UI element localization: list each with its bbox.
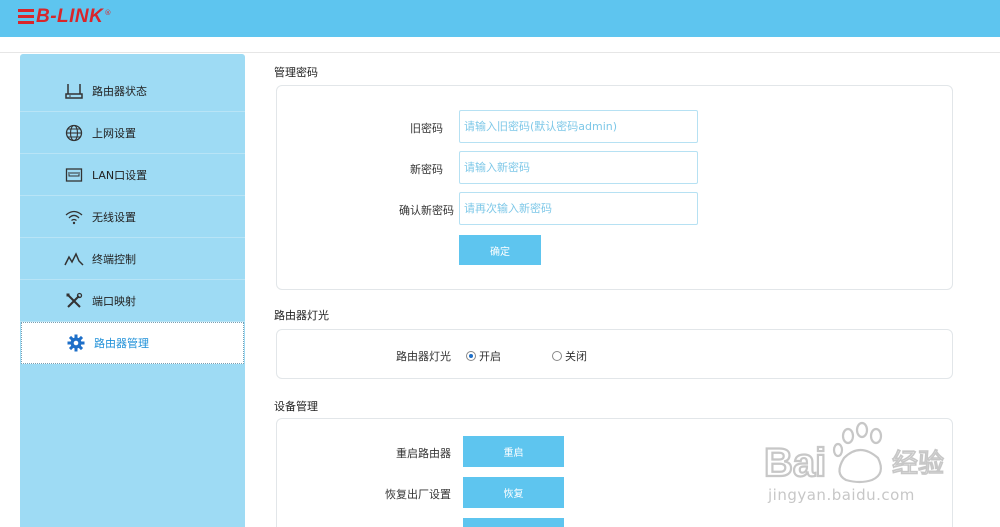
lb-link-logo: B-LINK ® [18,6,111,28]
led-section-title: 路由器灯光 [274,309,329,322]
device-section-title: 设备管理 [274,400,318,413]
sidebar-item-label: 路由器管理 [94,337,149,350]
radio-selected-icon [466,351,476,361]
sidebar-nav: 路由器状态 上网设置 LAN口设置 无线设置 终端控制 端口映射 路由器管理 [20,54,245,527]
tools-icon [64,291,84,311]
sidebar-item-label: 端口映射 [92,294,136,308]
wifi-icon [64,207,84,227]
sidebar-item-label: LAN口设置 [92,168,148,182]
factory-reset-label: 恢复出厂设置 [385,488,451,501]
password-section-title: 管理密码 [274,66,318,79]
terminal-activity-icon [64,249,84,269]
sidebar-item-label: 终端控制 [92,252,136,266]
sidebar-item-router-status[interactable]: 路由器状态 [20,70,245,112]
sidebar-item-terminal-control[interactable]: 终端控制 [20,238,245,280]
router-icon [64,81,84,101]
logo-text: B-LINK [36,6,104,27]
factory-reset-button[interactable]: 恢复 [463,477,564,508]
top-header-bar: B-LINK ® [0,0,1000,37]
partial-button[interactable] [463,518,564,527]
device-card [276,418,953,527]
sidebar-item-wireless-settings[interactable]: 无线设置 [20,196,245,238]
watermark-url: jingyan.baidu.com [768,486,915,504]
confirm-password-input[interactable] [459,192,698,225]
sidebar-item-router-management[interactable]: 路由器管理 [21,322,244,364]
new-password-label: 新密码 [410,163,443,176]
confirm-password-label: 确认新密码 [399,204,454,217]
led-on-radio[interactable]: 开启 [466,348,501,364]
led-off-label: 关闭 [565,350,587,363]
registered-mark: ® [104,9,112,17]
header-divider [0,52,1000,53]
reboot-label: 重启路由器 [396,447,451,460]
led-label: 路由器灯光 [396,350,451,363]
old-password-label: 旧密码 [410,122,443,135]
sidebar-item-lan-settings[interactable]: LAN口设置 [20,154,245,196]
globe-icon [64,123,84,143]
sidebar-item-internet-settings[interactable]: 上网设置 [20,112,245,154]
sidebar-item-port-mapping[interactable]: 端口映射 [20,280,245,322]
sidebar-item-label: 无线设置 [92,210,136,224]
radio-unselected-icon [552,351,562,361]
new-password-input[interactable] [459,151,698,184]
confirm-password-button[interactable]: 确定 [459,235,541,265]
sidebar-item-label: 路由器状态 [92,84,147,98]
lan-port-icon [64,165,84,185]
logo-mark-icon [18,8,34,26]
old-password-input[interactable] [459,110,698,143]
led-off-radio[interactable]: 关闭 [552,348,587,364]
led-on-label: 开启 [479,350,501,363]
reboot-button[interactable]: 重启 [463,436,564,467]
sidebar-item-label: 上网设置 [92,126,136,140]
gear-icon [66,333,86,353]
